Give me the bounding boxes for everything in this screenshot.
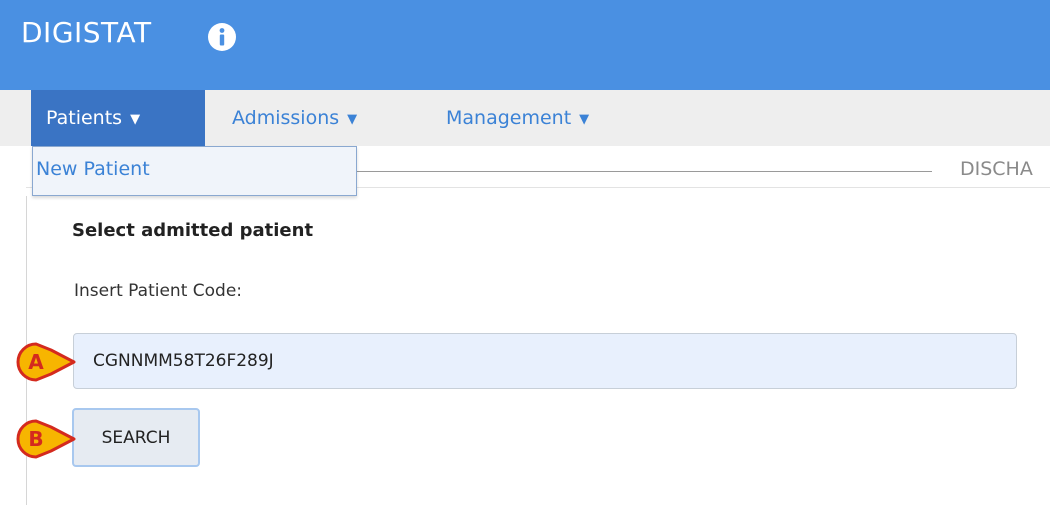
menu-management[interactable]: Management ▼ xyxy=(431,90,604,146)
menu-admissions-label: Admissions xyxy=(232,107,340,129)
menu-management-label: Management xyxy=(446,107,572,129)
search-button[interactable]: SEARCH xyxy=(72,408,200,467)
caret-down-icon: ▼ xyxy=(130,112,141,127)
tab-divider xyxy=(357,171,932,172)
section-title: Select admitted patient xyxy=(72,220,314,241)
callout-a-letter: A xyxy=(28,350,44,374)
menu-patients-label: Patients xyxy=(46,107,123,129)
app-title: DIGISTAT xyxy=(21,16,152,49)
callout-a-marker: A xyxy=(16,342,76,382)
menu-admissions[interactable]: Admissions ▼ xyxy=(217,90,372,146)
patient-code-input[interactable] xyxy=(73,333,1017,389)
caret-down-icon: ▼ xyxy=(347,112,358,127)
info-icon[interactable] xyxy=(207,22,237,52)
callout-b-letter: B xyxy=(28,427,43,451)
patient-code-label: Insert Patient Code: xyxy=(74,281,243,301)
menu-item-new-patient[interactable]: New Patient xyxy=(36,158,150,180)
tab-discharge[interactable]: DISCHA xyxy=(960,158,1033,180)
callout-b-marker: B xyxy=(16,419,76,459)
app-header xyxy=(0,0,1050,90)
menu-patients[interactable]: Patients ▼ xyxy=(31,90,205,146)
caret-down-icon: ▼ xyxy=(579,112,590,127)
